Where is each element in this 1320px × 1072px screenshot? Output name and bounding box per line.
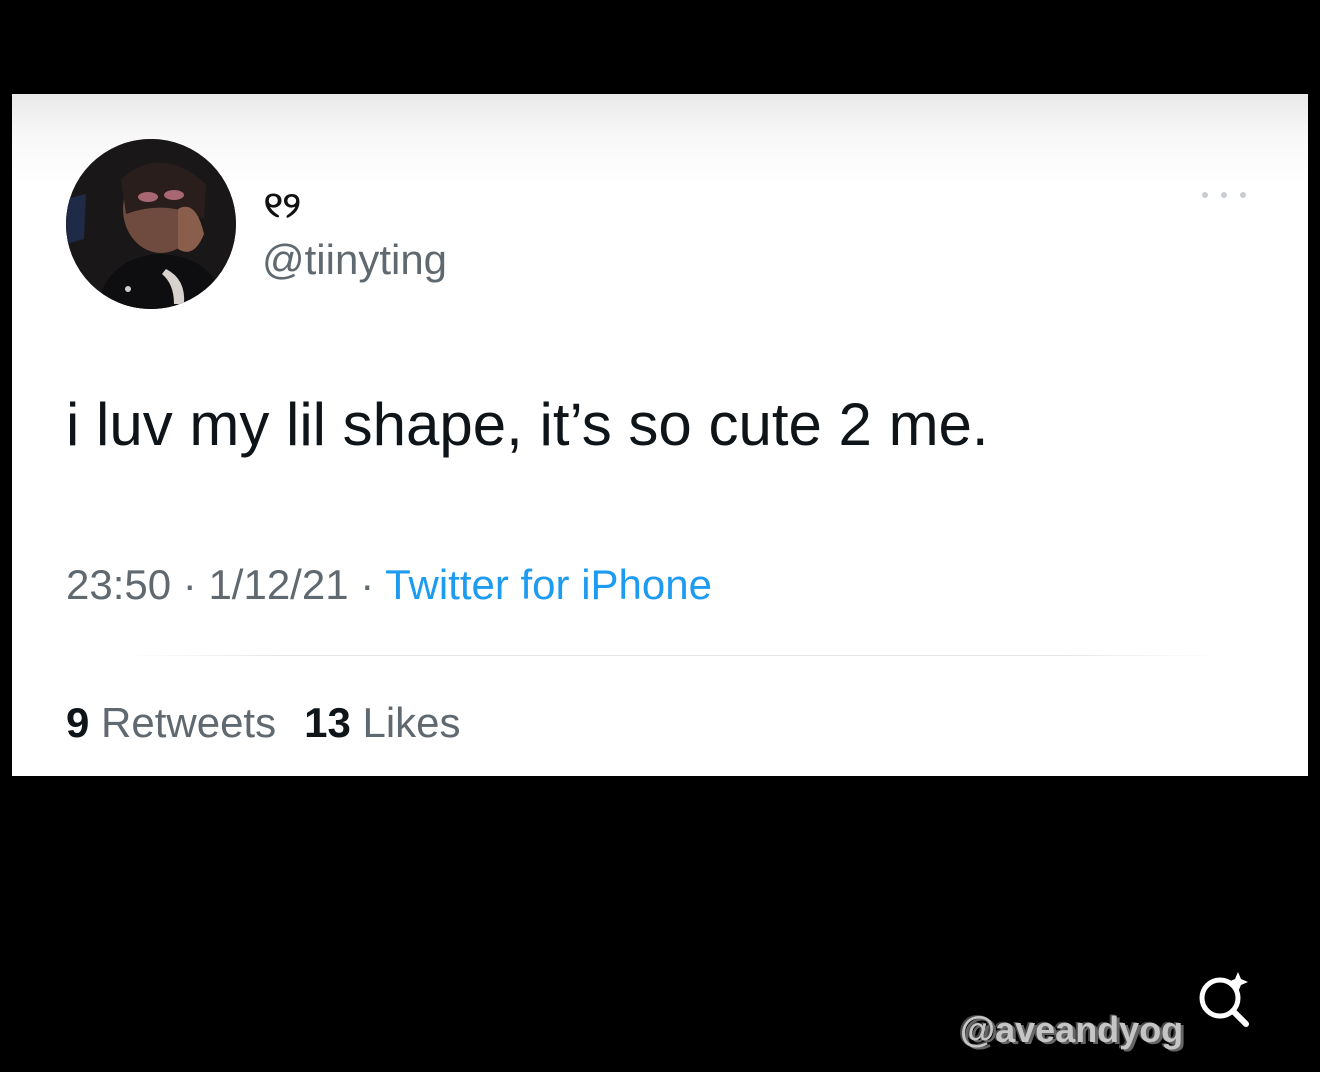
- likes-count: 13: [304, 699, 351, 746]
- tweet-metadata: 23:50 · 1/12/21 · Twitter for iPhone: [66, 560, 712, 610]
- tweet-stats: 9 Retweets 13 Likes: [66, 698, 461, 748]
- meta-separator: ·: [171, 561, 209, 608]
- more-dot: [1221, 192, 1227, 198]
- likes-label: Likes: [350, 699, 461, 746]
- avatar-photo-icon: [66, 139, 236, 309]
- more-dot: [1240, 192, 1246, 198]
- likes-stat[interactable]: 13 Likes: [304, 699, 460, 746]
- avatar[interactable]: [66, 139, 236, 309]
- tweet-time[interactable]: 23:50: [66, 561, 171, 608]
- tweet-date[interactable]: 1/12/21: [208, 561, 348, 608]
- more-horizontal-icon: [1202, 192, 1208, 198]
- tweet-text: i luv my lil shape, it’s so cute 2 me.: [66, 391, 989, 458]
- retweets-count: 9: [66, 699, 90, 746]
- divider: [122, 655, 1222, 656]
- retweets-stat[interactable]: 9 Retweets: [66, 699, 276, 746]
- more-options-button[interactable]: [1202, 186, 1246, 204]
- display-name[interactable]: ୧୨: [264, 186, 301, 226]
- user-handle[interactable]: @tiinyting: [262, 236, 447, 284]
- search-sparkle-icon[interactable]: [1194, 968, 1256, 1030]
- tweet-card: ୧୨ @tiinyting i luv my lil shape, it’s s…: [12, 94, 1308, 776]
- meta-separator: ·: [348, 561, 386, 608]
- watermark: @aveandyog: [960, 1009, 1184, 1050]
- retweets-label: Retweets: [89, 699, 277, 746]
- tweet-source-link[interactable]: Twitter for iPhone: [385, 561, 712, 608]
